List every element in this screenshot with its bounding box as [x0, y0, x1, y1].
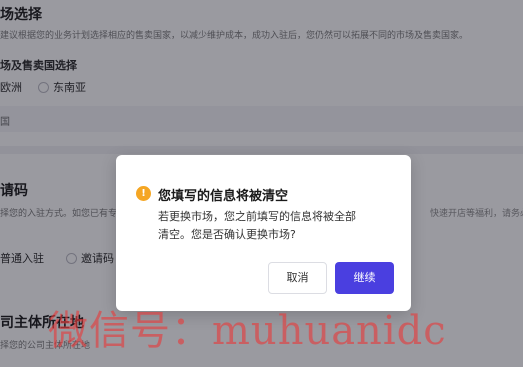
continue-button[interactable]: 继续: [335, 262, 394, 294]
warning-icon: !: [136, 186, 151, 201]
cancel-button[interactable]: 取消: [268, 262, 327, 294]
dialog-title: 您填写的信息将被清空: [158, 189, 289, 204]
confirm-dialog: ! 您填写的信息将被清空 若更换市场，您之前填写的信息将被全部清空。您是否确认更…: [116, 155, 411, 311]
watermark: 微信号：muhuanidc: [48, 308, 447, 354]
dialog-message: 若更换市场，您之前填写的信息将被全部清空。您是否确认更换市场?: [158, 210, 356, 241]
page: 场选择 建议根据您的业务计划选择相应的售卖国家，以减少维护成本，成功入驻后，您仍…: [0, 0, 523, 367]
